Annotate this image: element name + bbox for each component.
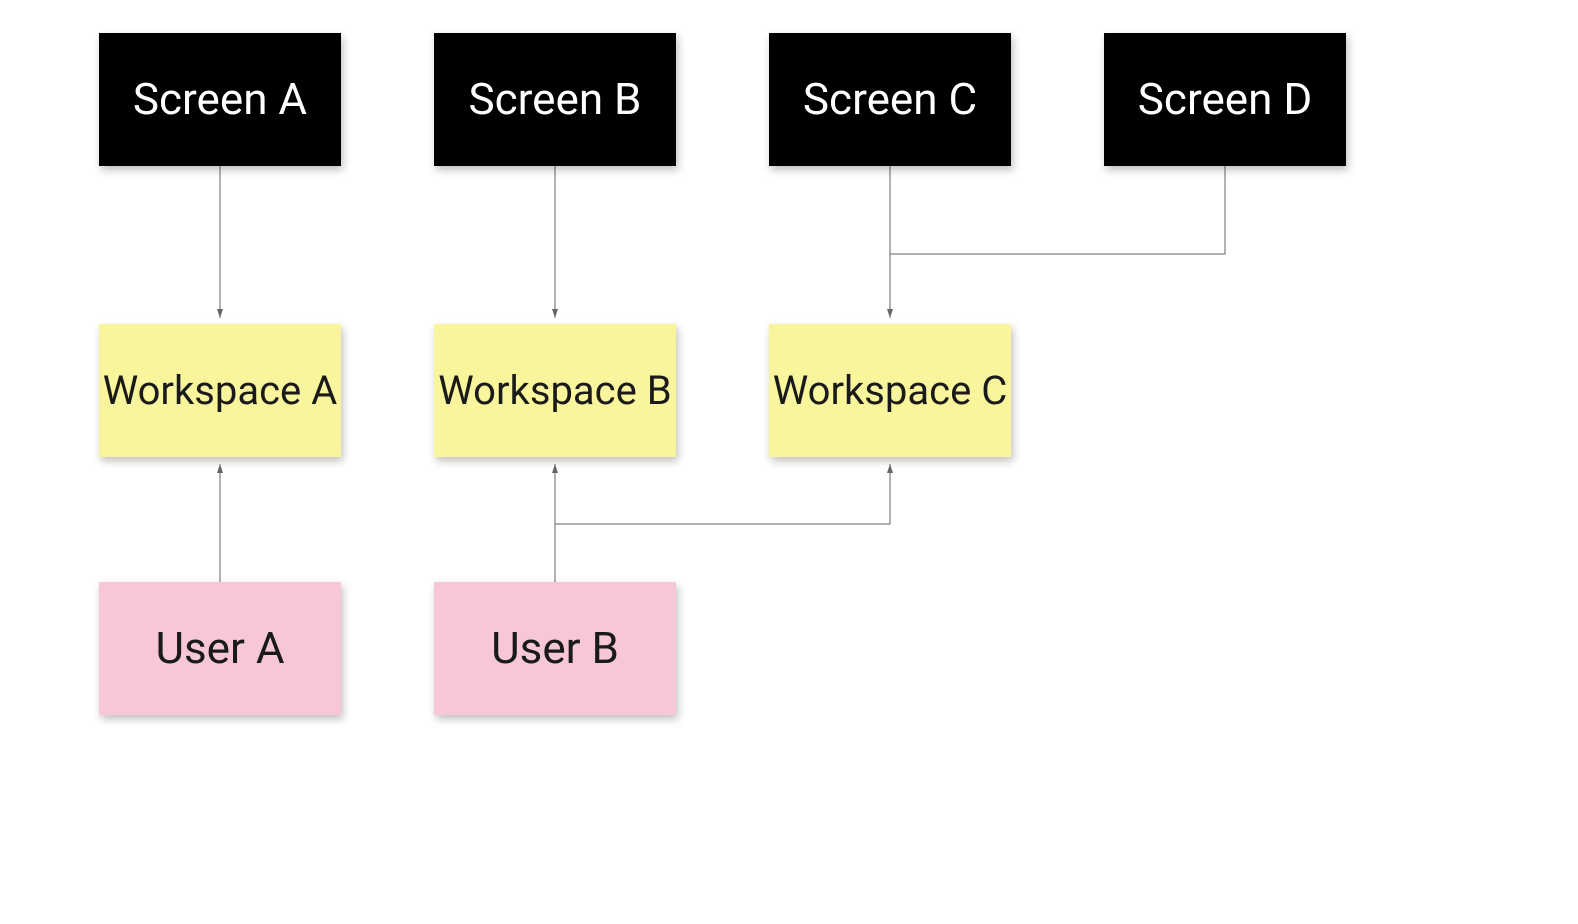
edge-screen-d-to-workspace-c [890,166,1225,254]
diagram-canvas: Screen A Screen B Screen C Screen D Work… [0,0,1578,924]
node-workspace-a[interactable]: Workspace A [99,324,341,457]
node-label: Screen D [1138,73,1312,126]
node-label: User A [155,622,284,675]
node-screen-a[interactable]: Screen A [99,33,341,166]
node-workspace-c[interactable]: Workspace C [769,324,1011,457]
node-label: Workspace B [438,367,671,415]
node-screen-d[interactable]: Screen D [1104,33,1346,166]
node-label: Screen B [469,73,642,126]
node-label: Workspace A [103,367,338,415]
node-user-b[interactable]: User B [434,582,676,715]
node-screen-b[interactable]: Screen B [434,33,676,166]
node-screen-c[interactable]: Screen C [769,33,1011,166]
node-label: Screen A [133,73,307,126]
edge-user-b-to-workspace-c [555,464,890,524]
node-label: User B [491,622,619,675]
node-label: Screen C [803,73,977,126]
node-workspace-b[interactable]: Workspace B [434,324,676,457]
node-label: Workspace C [773,367,1008,415]
node-user-a[interactable]: User A [99,582,341,715]
